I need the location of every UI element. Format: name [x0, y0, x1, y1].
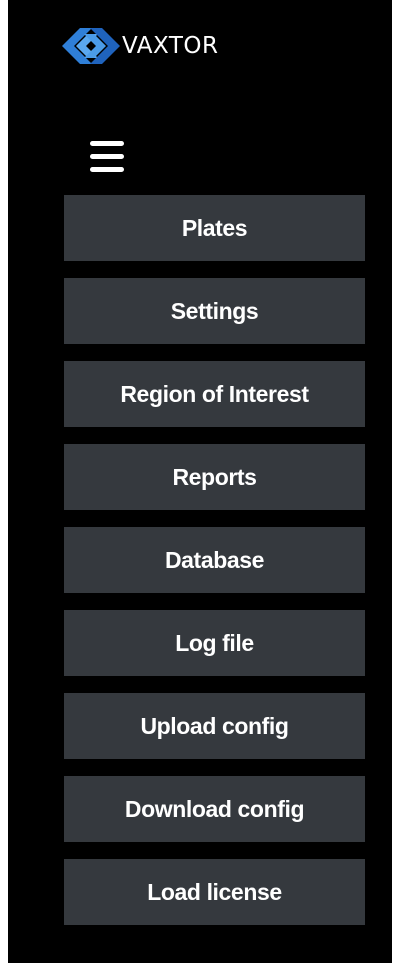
brand-name: VAXTOR: [122, 32, 219, 59]
brand-logo[interactable]: VAXTOR: [62, 24, 218, 68]
main-menu: Plates Settings Region of Interest Repor…: [64, 195, 365, 942]
database-button[interactable]: Database: [64, 527, 365, 593]
plates-button[interactable]: Plates: [64, 195, 365, 261]
load-license-button[interactable]: Load license: [64, 859, 365, 925]
upload-config-button[interactable]: Upload config: [64, 693, 365, 759]
reports-button[interactable]: Reports: [64, 444, 365, 510]
sidebar: VAXTOR Plates Settings Region of Interes…: [8, 0, 392, 963]
hamburger-menu-icon[interactable]: [90, 141, 124, 172]
vaxtor-logo-icon: [62, 28, 120, 64]
download-config-button[interactable]: Download config: [64, 776, 365, 842]
log-file-button[interactable]: Log file: [64, 610, 365, 676]
region-of-interest-button[interactable]: Region of Interest: [64, 361, 365, 427]
settings-button[interactable]: Settings: [64, 278, 365, 344]
